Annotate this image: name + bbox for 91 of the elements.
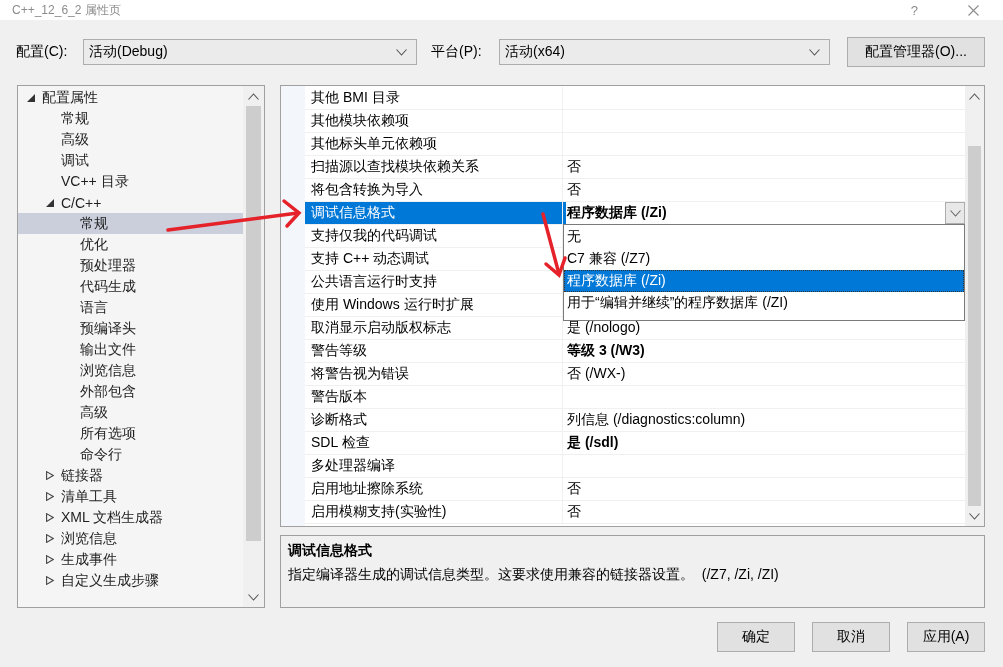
outline-triangle-icon[interactable] bbox=[46, 513, 54, 522]
tree-item[interactable]: 常规 bbox=[18, 213, 243, 234]
tree-item[interactable]: 外部包含 bbox=[18, 381, 243, 402]
annotation-arrow bbox=[541, 212, 567, 278]
dialog-button[interactable]: 取消 bbox=[812, 622, 890, 652]
tree-item[interactable]: 浏览信息 bbox=[18, 360, 243, 381]
property-name[interactable]: 其他 BMI 目录 bbox=[305, 87, 563, 109]
chevron-down-icon bbox=[949, 209, 961, 217]
outline-triangle-icon[interactable] bbox=[46, 555, 54, 564]
field-label: 配置(C): bbox=[16, 43, 69, 61]
chevron-down-icon bbox=[248, 593, 259, 601]
property-name[interactable]: 支持仅我的代码调试 bbox=[305, 225, 563, 247]
property-name[interactable]: 启用模糊支持(实验性) bbox=[305, 501, 563, 523]
property-name[interactable]: 警告等级 bbox=[305, 340, 563, 362]
property-name[interactable]: 将警告视为错误 bbox=[305, 363, 563, 385]
property-name[interactable]: SDL 检查 bbox=[305, 432, 563, 454]
chevron-down-icon bbox=[396, 48, 407, 56]
filled-triangle-icon[interactable] bbox=[27, 93, 35, 102]
chevron-up-icon bbox=[969, 92, 980, 100]
tree-item[interactable]: 高级 bbox=[18, 402, 243, 423]
property-name[interactable]: 诊断格式 bbox=[305, 409, 563, 431]
scrollbar[interactable] bbox=[965, 86, 984, 526]
description-text: 指定编译器生成的调试信息类型。这要求使用兼容的链接器设置。 (/Z7, /Zi, /ZI) bbox=[288, 566, 779, 584]
dialog-button[interactable]: 确定 bbox=[717, 622, 795, 652]
property-name[interactable]: 公共语言运行时支持 bbox=[305, 271, 563, 293]
chevron-up-icon bbox=[248, 92, 259, 100]
property-name[interactable]: 支持 C++ 动态调试 bbox=[305, 248, 563, 270]
tree-item[interactable]: 高级 bbox=[18, 129, 243, 150]
selection-indicator bbox=[563, 202, 566, 224]
property-value[interactable]: 否 bbox=[563, 181, 581, 199]
property-value[interactable]: 等级 3 (/W3) bbox=[563, 342, 645, 360]
tree-item[interactable]: 输出文件 bbox=[18, 339, 243, 360]
property-value[interactable]: 列信息 (/diagnostics:column) bbox=[563, 411, 746, 429]
tree-item[interactable]: 语言 bbox=[18, 297, 243, 318]
tree-item[interactable]: 自定义生成步骤 bbox=[18, 570, 243, 591]
property-value[interactable]: 否 (/WX-) bbox=[563, 365, 626, 383]
property-name[interactable]: 使用 Windows 运行时扩展 bbox=[305, 294, 563, 316]
platform-dropdown[interactable]: 活动(x64) bbox=[499, 39, 830, 65]
tree-item[interactable]: 优化 bbox=[18, 234, 243, 255]
outline-triangle-icon[interactable] bbox=[46, 492, 54, 501]
property-value[interactable]: 否 bbox=[563, 158, 581, 176]
chevron-down-icon bbox=[969, 512, 980, 520]
tree-item[interactable]: 调试 bbox=[18, 150, 243, 171]
outline-triangle-icon[interactable] bbox=[46, 471, 54, 480]
tree-item[interactable]: 常规 bbox=[18, 108, 243, 129]
tree-item[interactable]: VC++ 目录 bbox=[18, 171, 243, 192]
tree-item[interactable]: 清单工具 bbox=[18, 486, 243, 507]
property-name[interactable]: 其他标头单元依赖项 bbox=[305, 133, 563, 155]
tree-item[interactable]: 预编译头 bbox=[18, 318, 243, 339]
tree-item[interactable]: 命令行 bbox=[18, 444, 243, 465]
outline-triangle-icon[interactable] bbox=[46, 576, 54, 585]
scrollbar-thumb[interactable] bbox=[968, 146, 981, 506]
tree-item[interactable]: 所有选项 bbox=[18, 423, 243, 444]
configuration-dropdown[interactable]: 活动(Debug) bbox=[83, 39, 417, 65]
dropdown-option[interactable]: C7 兼容 (/Z7) bbox=[564, 248, 964, 270]
tree-item[interactable]: 浏览信息 bbox=[18, 528, 243, 549]
dialog-button[interactable]: 应用(A) bbox=[907, 622, 985, 652]
tree-item[interactable]: 生成事件 bbox=[18, 549, 243, 570]
property-value[interactable]: 否 bbox=[563, 503, 581, 521]
property-name[interactable]: 其他模块依赖项 bbox=[305, 110, 563, 132]
property-value[interactable]: 程序数据库 (/Zi) bbox=[566, 204, 667, 222]
property-name[interactable]: 多处理器编译 bbox=[305, 455, 563, 477]
property-name[interactable]: 将包含转换为导入 bbox=[305, 179, 563, 201]
property-value[interactable]: 否 bbox=[563, 480, 581, 498]
tree-item[interactable]: 链接器 bbox=[18, 465, 243, 486]
tree-item[interactable]: 配置属性 bbox=[18, 87, 243, 108]
tree-item[interactable]: 预处理器 bbox=[18, 255, 243, 276]
tree-item[interactable]: 代码生成 bbox=[18, 276, 243, 297]
outline-triangle-icon[interactable] bbox=[46, 534, 54, 543]
property-name[interactable]: 扫描源以查找模块依赖关系 bbox=[305, 156, 563, 178]
tree-item[interactable]: C/C++ bbox=[18, 192, 243, 213]
property-name[interactable]: 启用地址擦除系统 bbox=[305, 478, 563, 500]
dropdown-option[interactable]: 程序数据库 (/Zi) bbox=[564, 270, 964, 292]
dropdown-option[interactable]: 用于“编辑并继续”的程序数据库 (/ZI) bbox=[564, 292, 964, 314]
close-icon[interactable] bbox=[968, 4, 979, 16]
window-title: C++_12_6_2 属性页 bbox=[12, 1, 121, 19]
dropdown-option[interactable]: 无 bbox=[564, 226, 964, 248]
configuration-manager-button[interactable]: 配置管理器(O)... bbox=[847, 37, 985, 67]
property-name[interactable]: 取消显示启动版权标志 bbox=[305, 317, 563, 339]
property-name[interactable]: 警告版本 bbox=[305, 386, 563, 408]
tree-item[interactable]: XML 文档生成器 bbox=[18, 507, 243, 528]
property-name[interactable]: 调试信息格式 bbox=[305, 202, 563, 224]
filled-triangle-icon[interactable] bbox=[46, 198, 54, 207]
description-title: 调试信息格式 bbox=[288, 542, 372, 560]
property-value[interactable]: 是 (/nologo) bbox=[563, 319, 641, 337]
field-label: 平台(P): bbox=[431, 43, 483, 61]
help-button[interactable]: ? bbox=[910, 2, 918, 18]
property-value[interactable]: 是 (/sdl) bbox=[563, 434, 619, 452]
scrollbar-thumb[interactable] bbox=[246, 106, 261, 541]
scrollbar[interactable] bbox=[243, 86, 264, 607]
chevron-down-icon bbox=[809, 48, 820, 56]
